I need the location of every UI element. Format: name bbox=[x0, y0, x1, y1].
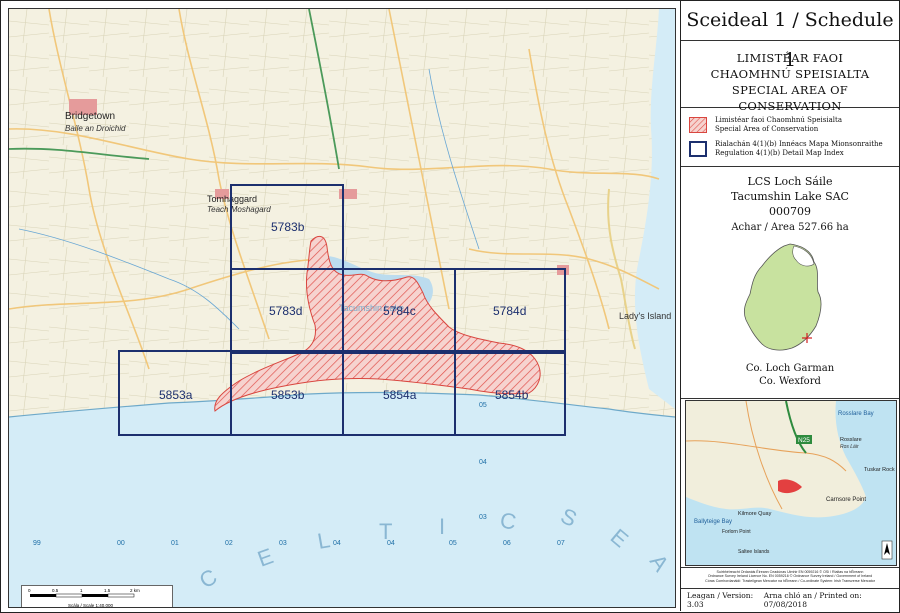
inset-road-label: N25 bbox=[798, 437, 810, 444]
sac-heading-line1: LIMISTÉAR FAOI bbox=[736, 51, 844, 65]
inset-rosslare: Rosslare bbox=[840, 437, 862, 443]
place-bridgetown-ga: Baile an Droichid bbox=[65, 124, 126, 133]
grid-x-label: 05 bbox=[449, 540, 457, 547]
tile-5784c[interactable]: 5784c bbox=[383, 304, 416, 318]
printed-date: Arna chló an / Printed on: 07/08/2018 bbox=[763, 591, 862, 609]
grid-x-label: 01 bbox=[171, 540, 179, 547]
legend-sac-en: Special Area of Conservation bbox=[715, 125, 819, 133]
grid-y-label: 03 bbox=[479, 514, 487, 521]
grid-x-label: 06 bbox=[503, 540, 511, 547]
sea-letter: T bbox=[379, 519, 392, 544]
sac-heading-line2: CHAOMHNÚ SPEISIALTA bbox=[710, 67, 870, 81]
place-tomhaggard-ga: Teach Moshagard bbox=[207, 205, 271, 214]
sac-heading: LIMISTÉAR FAOI CHAOMHNÚ SPEISIALTA SPECI… bbox=[681, 40, 899, 113]
sac-hatch-swatch bbox=[689, 117, 707, 133]
tile-5783b[interactable]: 5783b bbox=[271, 220, 305, 234]
inset-carnsore-point: Carnsore Point bbox=[826, 497, 866, 503]
ireland-locator-map bbox=[743, 243, 822, 351]
site-area: Achar / Area 527.66 ha bbox=[731, 222, 849, 233]
inset-forlorn-point: Forlorn Point bbox=[722, 529, 751, 535]
scale-tick: 2 km bbox=[130, 588, 140, 593]
scale-tick: 1.5 bbox=[104, 588, 111, 593]
site-info: LCS Loch Sáile Tacumshin Lake SAC 000709… bbox=[681, 166, 899, 399]
tile-5783d[interactable]: 5783d bbox=[269, 304, 302, 318]
inset-saltee: Saltee Islands bbox=[738, 549, 770, 555]
grid-x-label: 03 bbox=[279, 540, 287, 547]
scale-tick: 1 bbox=[80, 588, 83, 593]
grid-x-label: 99 bbox=[33, 540, 41, 547]
legend-sac: Limistéar faoi Chaomhnú Speisialta Speci… bbox=[689, 116, 842, 134]
copyright-credits: Suirbhéireacht Ordanáis Éireann Ceadúnas… bbox=[681, 567, 899, 589]
inset-ros-lair: Ros Láir bbox=[840, 444, 859, 450]
county-en: Co. Wexford bbox=[759, 376, 821, 387]
tile-5854a[interactable]: 5854a bbox=[383, 388, 417, 402]
inset-map[interactable]: N25 Rosslare Bay Rosslare Ros Láir Tuska… bbox=[685, 400, 897, 566]
north-arrow bbox=[881, 540, 893, 560]
info-panel: Sceideal 1 / Schedule 1 LIMISTÉAR FAOI C… bbox=[680, 0, 899, 611]
place-bridgetown: Bridgetown bbox=[65, 111, 115, 122]
site-name-ga: LCS Loch Sáile bbox=[747, 175, 833, 188]
inset-kilmore-quay: Kilmore Quay bbox=[738, 511, 772, 517]
legend-index: Rialachán 4(1)(b) Innéacs Mapa Mionsonra… bbox=[689, 140, 883, 158]
grid-x-label: 02 bbox=[225, 540, 233, 547]
site-code: 000709 bbox=[769, 205, 811, 218]
tile-5853a[interactable]: 5853a bbox=[159, 388, 193, 402]
index-grid-swatch bbox=[689, 141, 707, 157]
grid-x-label: 04 bbox=[333, 540, 341, 547]
tile-5854b[interactable]: 5854b bbox=[495, 388, 529, 402]
county-ga: Co. Loch Garman bbox=[745, 363, 835, 374]
grid-x-label: 07 bbox=[557, 540, 565, 547]
legend-index-ga: Rialachán 4(1)(b) Innéacs Mapa Mionsonra… bbox=[715, 140, 883, 148]
tile-5853b[interactable]: 5853b bbox=[271, 388, 305, 402]
version-label: Leagan / Version: 3.03 bbox=[687, 591, 754, 609]
grid-x-label: 00 bbox=[117, 540, 125, 547]
sea-letter: I bbox=[439, 514, 445, 539]
inset-ballyteige-bay: Ballyteige Bay bbox=[694, 519, 732, 525]
place-ladys-island: Lady's Island bbox=[619, 311, 671, 321]
grid-y-label: 04 bbox=[479, 459, 487, 466]
scale-tick: 0.5 bbox=[52, 588, 59, 593]
credits-line3: Córas Comhordanáidí: Trasteilgean Mercat… bbox=[705, 578, 875, 583]
legend-sac-ga: Limistéar faoi Chaomhnú Speisialta bbox=[715, 116, 843, 124]
main-map[interactable]: 99 00 01 02 03 04 04 05 06 07 05 04 03 B… bbox=[8, 8, 676, 608]
inset-rosslare-bay: Rosslare Bay bbox=[838, 411, 874, 417]
site-name-en: Tacumshin Lake SAC bbox=[731, 190, 849, 203]
inset-tuskar-rock: Tuskar Rock bbox=[864, 467, 895, 473]
grid-y-label: 05 bbox=[479, 402, 487, 409]
scale-bar: 0 0.5 1 1.5 2 km Scála / Scale 1:40,000 bbox=[21, 585, 173, 608]
legend: Limistéar faoi Chaomhnú Speisialta Speci… bbox=[681, 108, 899, 167]
place-tomhaggard: Tomhaggard bbox=[207, 194, 257, 204]
legend-index-en: Regulation 4(1)(b) Detail Map Index bbox=[715, 149, 844, 157]
scale-label: Scála / Scale 1:40,000 bbox=[68, 603, 114, 608]
scale-tick: 0 bbox=[28, 588, 31, 593]
tile-5784d[interactable]: 5784d bbox=[493, 304, 526, 318]
version-footer: Leagan / Version: 3.03 Arna chló an / Pr… bbox=[681, 591, 899, 609]
schedule-title: Sceideal 1 / Schedule 1 bbox=[681, 0, 899, 71]
